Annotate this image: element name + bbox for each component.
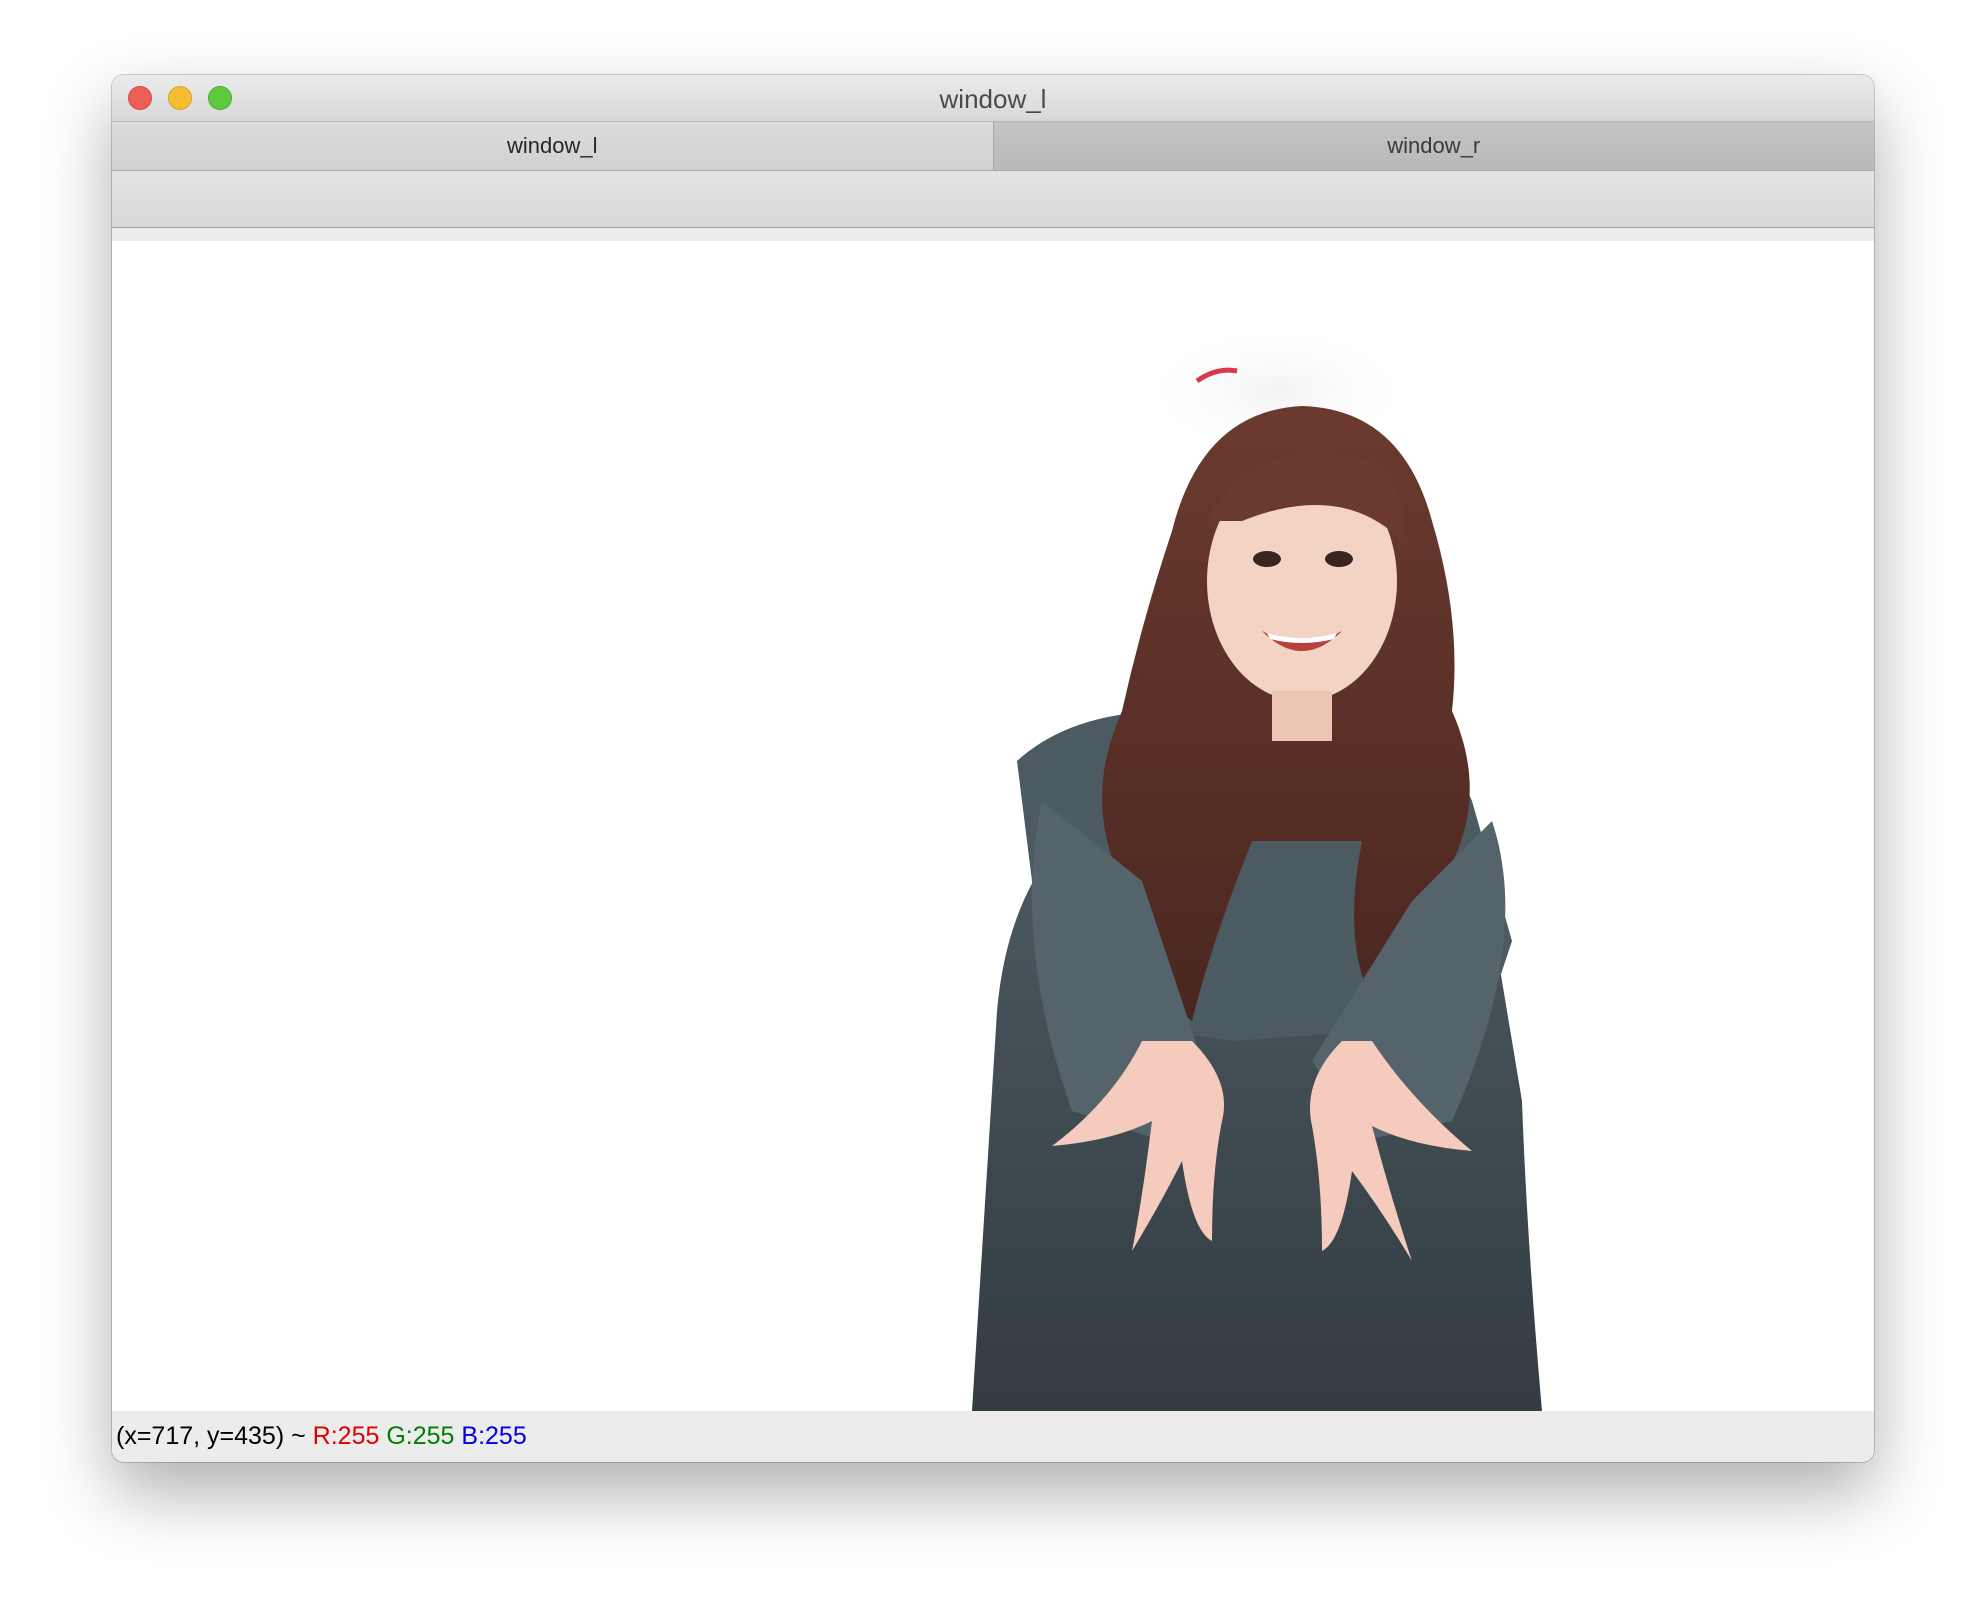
toolbar-divider <box>112 228 1874 241</box>
tab-window-r[interactable]: window_r <box>992 122 1874 171</box>
tab-bar: window_l window_r <box>112 122 1874 171</box>
photo-woman-reaching-out <box>972 321 1542 1411</box>
app-window: window_l window_l window_r (x=717, y=435… <box>112 75 1874 1462</box>
window-title: window_l <box>939 84 1047 114</box>
image-canvas[interactable] <box>112 241 1874 1411</box>
pixel-green-value: G:255 <box>386 1422 455 1450</box>
status-bar: (x=717, y=435) ~ R:255 G:255 B:255 <box>112 1411 1874 1462</box>
title-bar[interactable]: window_l <box>112 75 1874 122</box>
cursor-coordinates: (x=717, y=435) ~ <box>116 1422 306 1450</box>
toolbar <box>112 171 1874 228</box>
pixel-red-value: R:255 <box>312 1422 380 1450</box>
pixel-blue-value: B:255 <box>461 1422 527 1450</box>
tab-window-l[interactable]: window_l <box>112 122 993 171</box>
